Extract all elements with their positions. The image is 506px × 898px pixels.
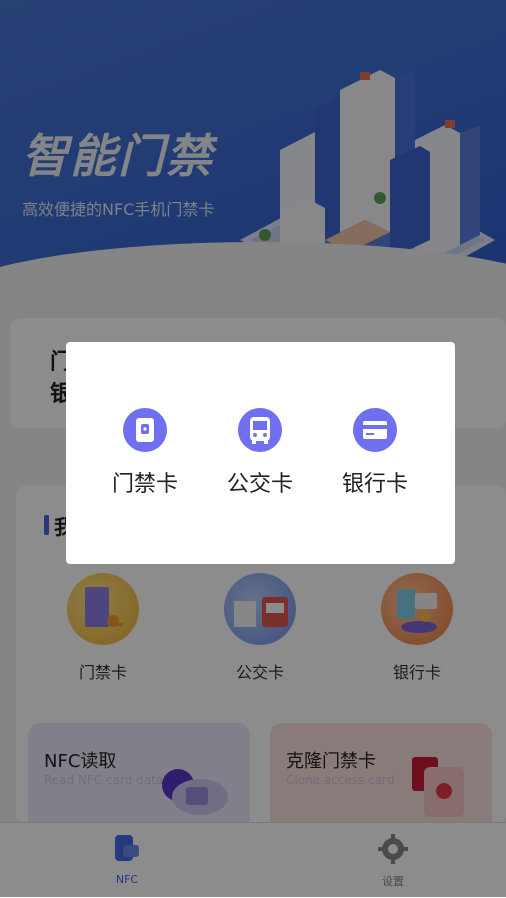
dialog-option-bus-card[interactable]: 公交卡 [205,408,315,498]
bus-icon [238,408,282,452]
dialog-option-label: 银行卡 [341,472,408,497]
dialog-option-label: 门禁卡 [111,472,178,497]
nfc-door-icon [123,408,167,452]
dialog-option-label: 公交卡 [226,472,293,497]
card-type-dialog: 门禁卡 公交卡 银行卡 [66,342,455,564]
dialog-option-door-card[interactable]: 门禁卡 [90,408,200,498]
credit-card-icon [353,408,397,452]
dialog-option-bank-card[interactable]: 银行卡 [320,408,430,498]
